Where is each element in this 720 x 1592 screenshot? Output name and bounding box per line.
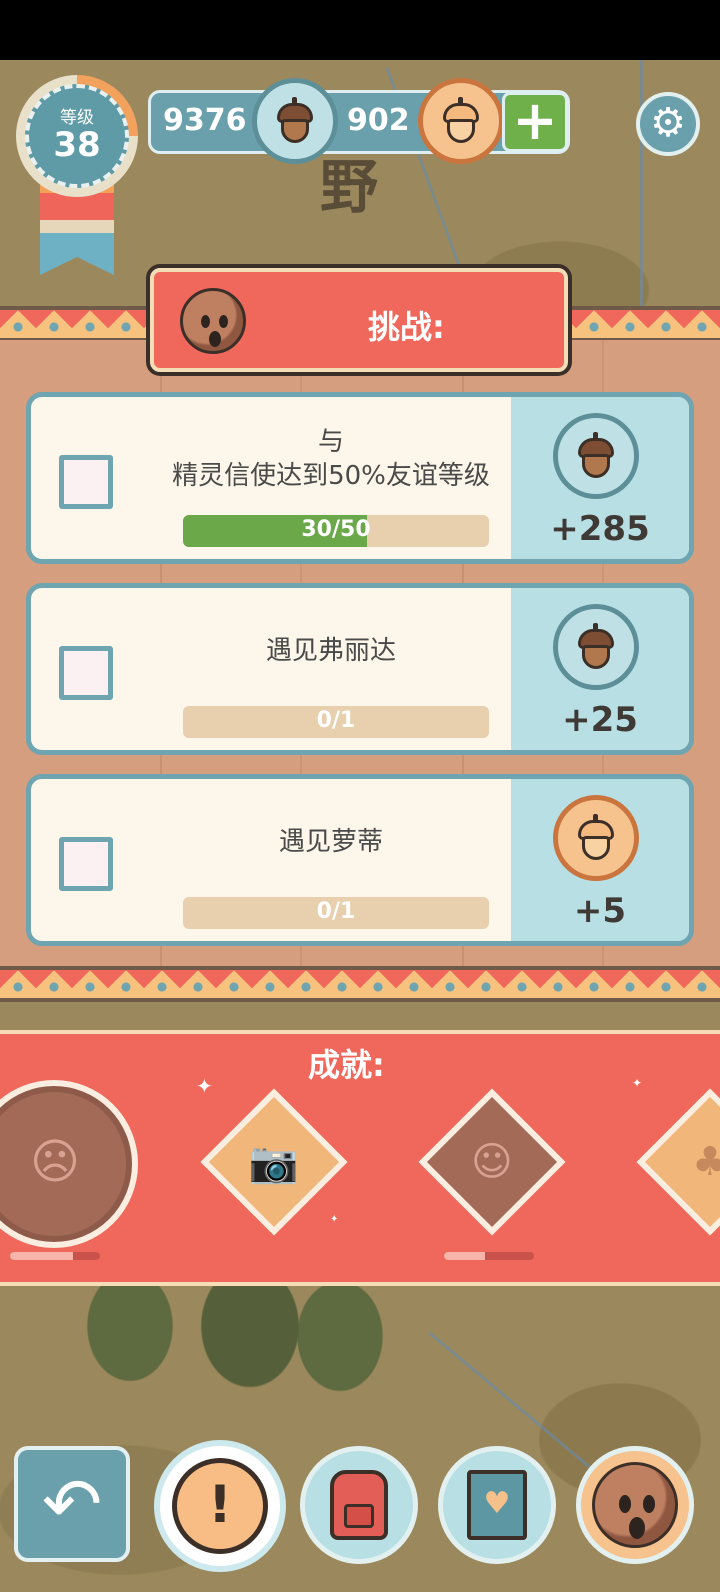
acorn-icon xyxy=(252,78,338,164)
add-currency-button[interactable]: + xyxy=(502,92,568,152)
decorative-border xyxy=(0,966,720,1002)
sparkle-icon: ✦ xyxy=(196,1074,213,1098)
challenge-progress-bar: 0/1 xyxy=(183,706,489,738)
sparkle-icon: ✦ xyxy=(330,1214,339,1225)
achievement-nut-face[interactable]: ☺ xyxy=(418,1088,566,1236)
monster-icon: ☹ xyxy=(30,1134,81,1190)
progress-text: 0/1 xyxy=(316,708,356,733)
level-value: 38 xyxy=(53,125,101,165)
journal-button[interactable]: ♥ xyxy=(438,1446,556,1564)
nut-face-icon: ☺ xyxy=(471,1138,513,1185)
acorn-icon xyxy=(553,413,639,499)
challenge-checkbox[interactable] xyxy=(59,455,113,509)
achievement-progress-bar xyxy=(444,1252,534,1260)
reward-panel: +25 xyxy=(511,588,689,750)
challenges-title: 挑战: xyxy=(368,308,445,346)
golden-acorn-icon xyxy=(418,78,504,164)
challenge-card[interactable]: 遇见萝蒂 0/1 +5 xyxy=(26,774,694,946)
achievement-progress-bar xyxy=(10,1252,100,1260)
acorn-count: 9376 xyxy=(163,103,247,138)
plus-icon: + xyxy=(512,89,558,152)
progress-fill xyxy=(10,1252,73,1260)
sparkle-icon: ✦ xyxy=(326,1068,337,1082)
reward-panel: +5 xyxy=(511,779,689,941)
exclamation-icon: ! xyxy=(172,1458,268,1554)
golden-acorn-count: 902 xyxy=(347,103,410,138)
level-badge[interactable]: 等级 38 xyxy=(16,75,138,197)
progress-text: 30/50 xyxy=(301,517,371,542)
reward-amount: +5 xyxy=(573,891,627,931)
achievement-monster[interactable]: ☹ xyxy=(0,1080,138,1248)
back-arrow-icon: ↶ xyxy=(41,1462,103,1546)
achievements-title: 成就: xyxy=(308,1046,385,1084)
sparkle-icon: ✦ xyxy=(632,1076,643,1090)
challenge-card[interactable]: 与 精灵信使达到50%友谊等级 30/50 +285 xyxy=(26,392,694,564)
reward-panel: +285 xyxy=(511,397,689,559)
achievement-acorn[interactable]: ♣ xyxy=(636,1088,720,1236)
challenge-checkbox[interactable] xyxy=(59,837,113,891)
nut-face-icon xyxy=(180,288,246,354)
tree-grove xyxy=(60,1286,390,1446)
challenges-nav-button[interactable]: ! xyxy=(154,1440,286,1572)
challenge-title-line1: 遇见萝蒂 xyxy=(278,827,383,857)
progress-text: 0/1 xyxy=(316,899,356,924)
challenge-title-line2: 精灵信使达到50%友谊等级 xyxy=(172,461,490,491)
achievement-camera[interactable]: 📷 xyxy=(200,1088,348,1236)
reward-amount: +25 xyxy=(562,700,638,740)
progress-fill xyxy=(444,1252,485,1260)
gear-icon: ⚙ xyxy=(650,100,686,146)
back-button[interactable]: ↶ xyxy=(14,1446,130,1562)
acorn-icon xyxy=(553,604,639,690)
challenge-card[interactable]: 遇见弗丽达 0/1 +25 xyxy=(26,583,694,755)
settings-button[interactable]: ⚙ xyxy=(636,92,700,156)
status-bar xyxy=(0,0,720,60)
challenge-progress-bar: 30/50 xyxy=(183,515,489,547)
nut-avatar-icon xyxy=(592,1462,678,1548)
challenges-header: 挑战: xyxy=(150,268,568,372)
golden-acorn-icon xyxy=(553,795,639,881)
profile-button[interactable] xyxy=(576,1446,694,1564)
backpack-icon xyxy=(330,1470,388,1540)
challenge-title-line1: 遇见弗丽达 xyxy=(265,636,396,666)
challenge-progress-bar: 0/1 xyxy=(183,897,489,929)
backpack-button[interactable] xyxy=(300,1446,418,1564)
challenge-checkbox[interactable] xyxy=(59,646,113,700)
achievements-panel: 成就: ☹ 📷 ☺ ♣ ✦ ✦ ✦ ✦ xyxy=(0,1030,720,1286)
challenge-title-line1: 与 xyxy=(317,427,344,457)
acorn-icon: ♣ xyxy=(692,1138,720,1185)
reward-amount: +285 xyxy=(550,509,650,549)
heart-book-icon: ♥ xyxy=(467,1470,527,1540)
camera-icon: 📷 xyxy=(249,1139,299,1186)
